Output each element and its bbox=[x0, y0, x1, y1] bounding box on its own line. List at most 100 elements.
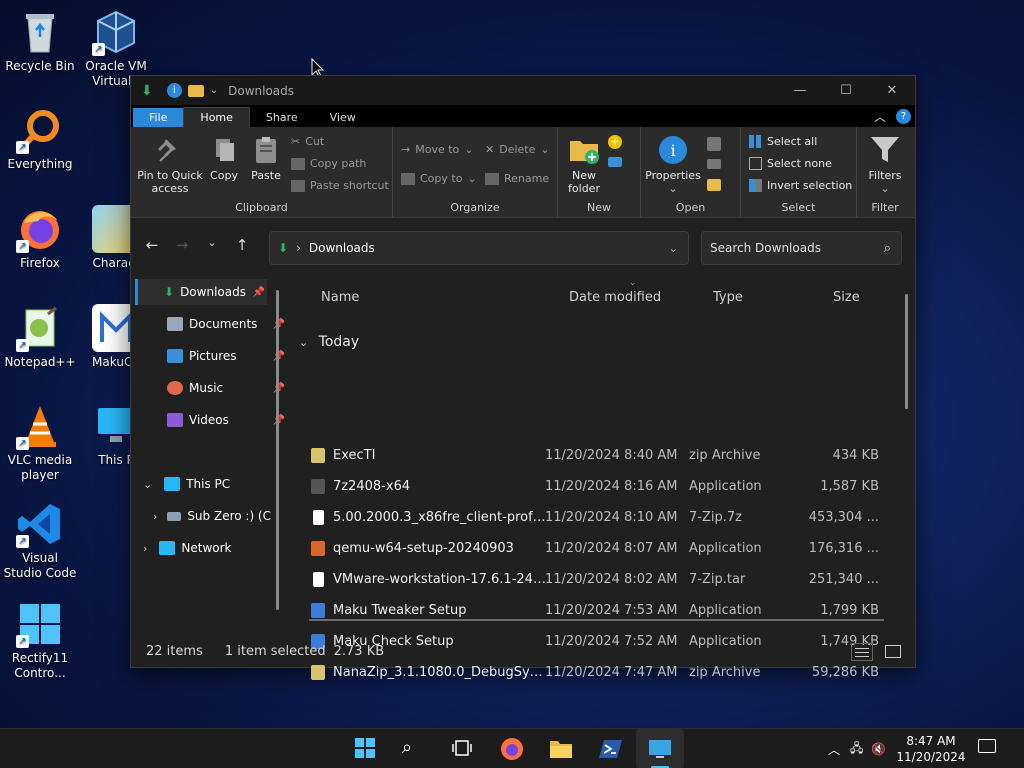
dropdown-chevron-icon: ⌄ bbox=[668, 182, 678, 195]
properties-quick-button[interactable]: i bbox=[166, 83, 182, 98]
nav-item-music[interactable]: Music 📌 bbox=[167, 375, 285, 401]
desktop-icon-rectify11[interactable]: ↗ Rectify11 Contro... bbox=[2, 600, 78, 681]
new-folder-quick-button[interactable] bbox=[187, 84, 204, 97]
file-row[interactable]: qemu-w64-setup-20240903 11/20/2024 8:07 A… bbox=[311, 533, 901, 564]
taskbar-file-explorer[interactable] bbox=[549, 737, 573, 761]
address-history-chevron-icon[interactable]: ⌄ bbox=[669, 242, 688, 255]
address-bar[interactable]: ⬇ › Downloads ⌄ ⟳ bbox=[269, 231, 714, 265]
desktop-icon-recycle-bin[interactable]: Recycle Bin bbox=[2, 8, 78, 74]
volume-muted-icon[interactable]: 🔇 bbox=[871, 742, 886, 756]
column-header-name[interactable]: Name bbox=[321, 290, 359, 305]
close-button[interactable]: ✕ bbox=[869, 76, 915, 105]
column-header-date-modified[interactable]: Date modified bbox=[569, 290, 661, 305]
help-button[interactable]: ? bbox=[896, 108, 911, 124]
large-icons-view-button[interactable] bbox=[885, 645, 901, 658]
tab-file[interactable]: File bbox=[133, 108, 184, 127]
taskbar-powershell[interactable] bbox=[599, 737, 623, 761]
quick-access-toolbar: ⬇ i ⌄ bbox=[131, 83, 218, 99]
expanded-chevron-icon: ⌄ bbox=[143, 477, 153, 491]
history-icon[interactable] bbox=[707, 179, 721, 191]
desktop-icon-firefox[interactable]: ↗ Firefox bbox=[2, 205, 78, 271]
navigation-pane-scrollbar[interactable] bbox=[276, 290, 279, 610]
invert-selection-button[interactable]: Invert selection bbox=[749, 179, 852, 192]
move-to-button[interactable]: → Move to ⌄ bbox=[401, 143, 473, 156]
notifications-button[interactable] bbox=[978, 739, 996, 753]
back-button[interactable]: ← bbox=[137, 236, 167, 254]
cut-button[interactable]: ✂ Cut bbox=[291, 135, 324, 148]
select-all-button[interactable]: Select all bbox=[749, 135, 817, 148]
copy-path-button[interactable]: Copy path bbox=[291, 157, 366, 170]
paste-shortcut-button[interactable]: Paste shortcut bbox=[291, 179, 389, 192]
filters-button[interactable]: Filters ⌄ bbox=[863, 135, 907, 195]
delete-button[interactable]: ✕ Delete ⌄ bbox=[485, 143, 550, 156]
paste-shortcut-icon bbox=[291, 179, 305, 192]
copy-button[interactable]: Copy bbox=[205, 135, 243, 182]
desktop-icon-label: Recycle Bin bbox=[5, 59, 75, 73]
desktop-icon-vlc[interactable]: ↗ VLC media player bbox=[2, 402, 78, 483]
nav-item-videos[interactable]: Videos 📌 bbox=[167, 407, 285, 433]
desktop-icon-label: VLC media player bbox=[7, 453, 73, 482]
file-row[interactable]: ExecTI 11/20/2024 8:40 AM zip Archive 434 K… bbox=[311, 440, 901, 471]
file-row[interactable]: 7z2408-x64 11/20/2024 8:16 AM Application 1… bbox=[311, 471, 901, 502]
tab-share[interactable]: Share bbox=[250, 108, 314, 127]
column-header-size[interactable]: Size bbox=[833, 290, 860, 305]
edit-icon[interactable] bbox=[707, 159, 721, 169]
show-hidden-icons-chevron-icon[interactable]: ︿ bbox=[828, 741, 840, 758]
copy-to-button[interactable]: Copy to ⌄ bbox=[401, 172, 477, 185]
new-item-button[interactable]: + bbox=[608, 135, 622, 149]
taskbar-active-app[interactable] bbox=[648, 737, 672, 761]
nav-item-downloads[interactable]: ⬇ Downloads 📌 bbox=[135, 279, 267, 305]
recent-locations-chevron-icon[interactable]: ⌄ bbox=[197, 236, 227, 254]
collapsed-chevron-icon: › bbox=[143, 541, 148, 555]
nav-item-network[interactable]: › Network bbox=[143, 535, 232, 561]
paste-button[interactable]: Paste bbox=[247, 135, 285, 182]
search-taskbar-button[interactable]: ⌕ bbox=[402, 737, 426, 761]
up-button[interactable]: ↑ bbox=[227, 236, 257, 254]
file-name: 5.00.2000.3_x86fre_client-professi... bbox=[333, 510, 553, 525]
nav-item-drive-c[interactable]: › Sub Zero :) (C bbox=[153, 503, 271, 529]
column-header-type[interactable]: Type bbox=[713, 290, 743, 305]
file-row[interactable]: VMware-workstation-17.6.1-2431... 11/20/2… bbox=[311, 564, 901, 595]
task-view-button[interactable] bbox=[451, 737, 475, 761]
easy-access-button[interactable] bbox=[608, 157, 622, 167]
pin-to-quick-access-button[interactable]: Pin to Quick access bbox=[137, 135, 203, 195]
desktop-icon-everything[interactable]: ↗ Everything bbox=[2, 106, 78, 172]
select-none-button[interactable]: Select none bbox=[749, 157, 832, 170]
minimize-button[interactable]: — bbox=[777, 76, 823, 105]
new-folder-button[interactable]: New folder bbox=[564, 135, 604, 195]
breadcrumb-downloads[interactable]: Downloads bbox=[309, 241, 375, 255]
open-button[interactable] bbox=[707, 137, 721, 151]
maximize-button[interactable]: ☐ bbox=[823, 76, 869, 105]
properties-button[interactable]: i Properties ⌄ bbox=[643, 135, 703, 195]
copy-icon bbox=[208, 135, 240, 165]
group-header-today[interactable]: ⌄ Today bbox=[299, 334, 359, 350]
file-row[interactable]: 5.00.2000.3_x86fre_client-professi... 11/… bbox=[311, 502, 901, 533]
customize-toolbar-chevron-icon[interactable]: ⌄ bbox=[210, 85, 218, 96]
file-name: ExecTI bbox=[333, 448, 376, 463]
nav-item-this-pc[interactable]: ⌄ This PC bbox=[143, 471, 230, 497]
file-list: Name Date modified ⌄ Type Size ⌄ Today E… bbox=[291, 276, 903, 680]
selection-size: 2.73 KB bbox=[333, 644, 385, 659]
file-list-horizontal-scrollbar[interactable] bbox=[309, 619, 884, 621]
collapse-ribbon-chevron-icon[interactable]: ︿ bbox=[874, 108, 886, 125]
search-input[interactable]: Search Downloads bbox=[710, 241, 821, 255]
clock[interactable]: 8:47 AM 11/20/2024 bbox=[895, 733, 967, 765]
taskbar-firefox[interactable] bbox=[500, 737, 524, 761]
file-list-scrollbar[interactable] bbox=[905, 294, 908, 409]
copy-to-icon bbox=[401, 172, 415, 185]
nav-item-documents[interactable]: Documents 📌 bbox=[167, 311, 285, 337]
tab-home[interactable]: Home bbox=[183, 107, 250, 127]
file-row[interactable]: Maku Tweaker Setup 11/20/2024 7:53 AM Appl… bbox=[311, 595, 901, 626]
desktop-icon-vscode[interactable]: ↗ Visual Studio Code bbox=[2, 500, 78, 581]
title-bar[interactable]: ⬇ i ⌄ Downloads — ☐ ✕ bbox=[131, 76, 915, 105]
details-view-button[interactable] bbox=[851, 642, 873, 661]
desktop-icon-notepadpp[interactable]: ↗ Notepad++ bbox=[2, 304, 78, 370]
rename-button[interactable]: Rename bbox=[485, 172, 549, 185]
tab-view[interactable]: View bbox=[314, 108, 372, 127]
nav-item-pictures[interactable]: Pictures 📌 bbox=[167, 343, 285, 369]
search-box[interactable]: Search Downloads ⌕ bbox=[701, 231, 902, 265]
network-icon[interactable]: 🖧 bbox=[850, 739, 863, 760]
dropdown-chevron-icon: ⌄ bbox=[464, 143, 474, 156]
start-button[interactable] bbox=[354, 737, 378, 761]
forward-button[interactable]: → bbox=[167, 236, 197, 254]
